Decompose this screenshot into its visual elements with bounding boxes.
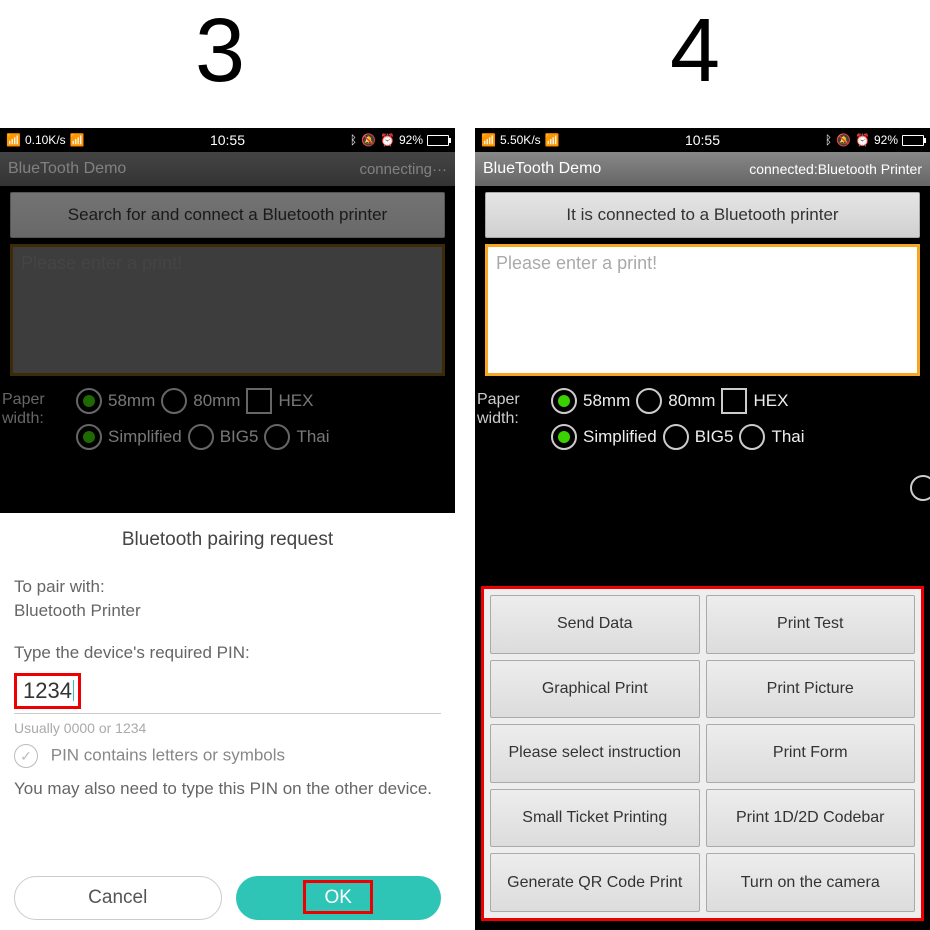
pin-input[interactable]: 1234: [23, 678, 72, 703]
radio-80mm[interactable]: [161, 388, 187, 414]
paper-width-label: Paper width:: [2, 390, 62, 428]
label-thai: Thai: [771, 427, 804, 447]
screenshot-step-3: 📶 0.10K/s 📶 10:55 ᛒ 🔕 ⏰ 92% BlueTooth De…: [0, 128, 455, 930]
print-form-button[interactable]: Print Form: [706, 724, 916, 783]
battery-pct: 92%: [399, 133, 423, 147]
radio-extra[interactable]: [910, 475, 930, 501]
camera-button[interactable]: Turn on the camera: [706, 853, 916, 912]
label-hex: HEX: [278, 391, 313, 411]
options-panel: Paper width: 58mm 80mm HEX Simplified BI…: [475, 380, 930, 468]
ok-button[interactable]: OK: [236, 876, 442, 920]
label-80mm: 80mm: [193, 391, 240, 411]
print-text-input[interactable]: Please enter a print!: [485, 244, 920, 376]
label-hex: HEX: [753, 391, 788, 411]
pin-letters-checkbox[interactable]: ✓: [14, 744, 38, 768]
status-bar: 📶 5.50K/s 📶 10:55 ᛒ 🔕 ⏰ 92%: [475, 128, 930, 152]
print-test-button[interactable]: Print Test: [706, 595, 916, 654]
radio-80mm[interactable]: [636, 388, 662, 414]
send-data-button[interactable]: Send Data: [490, 595, 700, 654]
radio-big5[interactable]: [188, 424, 214, 450]
pin-highlight: 1234: [14, 673, 81, 709]
label-simplified: Simplified: [583, 427, 657, 447]
mute-icon: 🔕: [836, 133, 851, 147]
small-ticket-button[interactable]: Small Ticket Printing: [490, 789, 700, 848]
status-bar: 📶 0.10K/s 📶 10:55 ᛒ 🔕 ⏰ 92%: [0, 128, 455, 152]
battery-icon: [427, 135, 449, 146]
radio-58mm[interactable]: [551, 388, 577, 414]
dialog-note: You may also need to type this PIN on th…: [14, 778, 441, 801]
label-58mm: 58mm: [583, 391, 630, 411]
app-title-bar: BlueTooth Demo connected:Bluetooth Print…: [475, 152, 930, 186]
radio-thai[interactable]: [739, 424, 765, 450]
dialog-title: Bluetooth pairing request: [14, 529, 441, 551]
checkbox-hex[interactable]: [721, 388, 747, 414]
screenshot-step-4: 📶 5.50K/s 📶 10:55 ᛒ 🔕 ⏰ 92% BlueTooth De…: [475, 128, 930, 930]
options-panel: Paper width: 58mm 80mm HEX Simplified BI…: [0, 380, 455, 468]
print-codebar-button[interactable]: Print 1D/2D Codebar: [706, 789, 916, 848]
mute-icon: 🔕: [361, 133, 376, 147]
ok-highlight: [303, 880, 373, 914]
label-simplified: Simplified: [108, 427, 182, 447]
app-status: connecting···: [359, 161, 447, 178]
search-printer-button[interactable]: Search for and connect a Bluetooth print…: [10, 192, 445, 238]
device-name: Bluetooth Printer: [14, 601, 441, 621]
radio-simplified[interactable]: [76, 424, 102, 450]
radio-big5[interactable]: [663, 424, 689, 450]
bluetooth-icon: ᛒ: [825, 133, 832, 147]
battery-icon: [902, 135, 924, 146]
radio-simplified[interactable]: [551, 424, 577, 450]
pin-letters-label: PIN contains letters or symbols: [51, 745, 285, 764]
app-title: BlueTooth Demo: [8, 160, 126, 178]
label-58mm: 58mm: [108, 391, 155, 411]
app-title-bar: BlueTooth Demo connecting···: [0, 152, 455, 186]
print-picture-button[interactable]: Print Picture: [706, 660, 916, 719]
qr-code-button[interactable]: Generate QR Code Print: [490, 853, 700, 912]
alarm-icon: ⏰: [380, 133, 395, 147]
radio-thai[interactable]: [264, 424, 290, 450]
paper-width-label: Paper width:: [477, 390, 537, 428]
pin-hint: Usually 0000 or 1234: [14, 720, 441, 736]
print-text-input[interactable]: Please enter a print!: [10, 244, 445, 376]
connected-banner[interactable]: It is connected to a Bluetooth printer: [485, 192, 920, 238]
alarm-icon: ⏰: [855, 133, 870, 147]
label-big5: BIG5: [220, 427, 259, 447]
to-pair-with-label: To pair with:: [14, 577, 441, 597]
app-status: connected:Bluetooth Printer: [749, 161, 922, 177]
battery-pct: 92%: [874, 133, 898, 147]
type-pin-label: Type the device's required PIN:: [14, 643, 441, 663]
label-80mm: 80mm: [668, 391, 715, 411]
cancel-button[interactable]: Cancel: [14, 876, 222, 920]
radio-58mm[interactable]: [76, 388, 102, 414]
pin-letters-row: ✓ PIN contains letters or symbols: [14, 744, 441, 768]
graphical-print-button[interactable]: Graphical Print: [490, 660, 700, 719]
bluetooth-icon: ᛒ: [350, 133, 357, 147]
checkbox-hex[interactable]: [246, 388, 272, 414]
label-thai: Thai: [296, 427, 329, 447]
select-instruction-button[interactable]: Please select instruction: [490, 724, 700, 783]
app-title: BlueTooth Demo: [483, 160, 601, 178]
pairing-dialog: Bluetooth pairing request To pair with: …: [0, 513, 455, 930]
label-big5: BIG5: [695, 427, 734, 447]
step-number-3: 3: [195, 0, 245, 103]
step-number-4: 4: [670, 0, 720, 103]
action-buttons-grid: Send Data Print Test Graphical Print Pri…: [481, 586, 924, 921]
